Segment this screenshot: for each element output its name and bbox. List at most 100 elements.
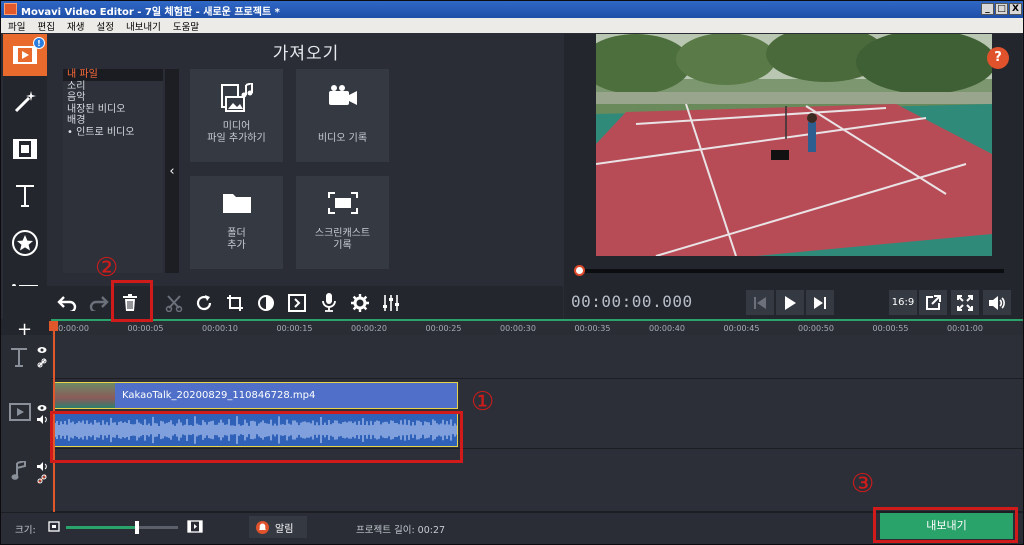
ruler-tick-label: 00:00:35 (574, 324, 611, 333)
source-backgrounds[interactable]: 배경 (63, 115, 163, 127)
title-track[interactable] (51, 335, 1023, 379)
source-my-files[interactable]: 내 파일 (63, 69, 163, 81)
skip-back-icon[interactable] (746, 290, 774, 315)
ruler-tick-label: 00:00:55 (872, 324, 909, 333)
camera-icon (329, 85, 357, 105)
detach-preview-icon[interactable] (919, 290, 947, 315)
help-button[interactable]: ? (987, 47, 1009, 69)
media-files-icon (221, 83, 253, 112)
redo-icon[interactable] (85, 290, 112, 315)
ruler-tick-label: 00:00:10 (202, 324, 238, 333)
source-list: 내 파일 소리 음악 내장된 비디오 배경 • 인트로 비디오 (63, 69, 163, 273)
close-button[interactable]: X (1009, 3, 1022, 15)
eye-icon[interactable] (37, 346, 47, 354)
zoom-out-icon[interactable] (48, 521, 60, 532)
unlink-icon[interactable] (37, 474, 47, 484)
ruler-tick-label: 00:00:05 (127, 324, 164, 333)
cut-icon[interactable] (160, 290, 187, 315)
speaker-icon[interactable] (37, 415, 47, 424)
minimize-button[interactable]: _ (981, 3, 994, 15)
zoom-slider-fill (66, 526, 137, 529)
undo-icon[interactable] (53, 290, 80, 315)
project-length: 프로젝트 길이: 00:27 (356, 525, 446, 536)
ruler-tick-label: 00:00:30 (500, 324, 536, 333)
app-icon (4, 3, 17, 15)
menu-settings[interactable]: 설정 (89, 18, 118, 33)
volume-icon[interactable] (983, 290, 1011, 315)
ruler-tick-label: 00:01:00 (947, 324, 983, 333)
bell-icon (256, 520, 269, 534)
tile-folder-label1: 폴더 (227, 228, 246, 239)
menu-bar: 파일 편집 재생 설정 내보내기 도움말 (1, 18, 1023, 33)
source-intro-video[interactable]: • 인트로 비디오 (63, 127, 163, 139)
ruler-tick-label: 00:00:40 (649, 324, 685, 333)
music-note-icon (11, 461, 26, 480)
annotation-number-3: ③ (851, 469, 875, 499)
annotation-box-audio (50, 411, 463, 463)
equalizer-icon[interactable] (377, 290, 404, 315)
ruler-tick-label: 00:00:15 (276, 324, 313, 333)
clip-name: KakaoTalk_20200829_110846728.mp4 (122, 390, 316, 401)
eye-icon[interactable] (37, 404, 47, 412)
time-ruler[interactable]: 00:00:00 00:00:05 00:00:10 00:00:15 00:00:20… (51, 319, 1023, 335)
color-adjust-icon[interactable] (252, 290, 279, 315)
title-bar: Movavi Video Editor - 7일 체험판 - 새로운 프로젝트 … (1, 1, 1023, 18)
seek-handle[interactable] (574, 265, 585, 276)
crop-icon[interactable] (221, 290, 248, 315)
magic-wand-icon[interactable] (3, 81, 47, 123)
ruler-tick-label: 00:00:50 (798, 324, 834, 333)
titles-icon[interactable] (3, 175, 47, 217)
rotate-icon[interactable] (190, 290, 217, 315)
import-title: 가져오기 (272, 44, 340, 64)
menu-play[interactable]: 재생 (60, 18, 89, 33)
microphone-icon[interactable] (315, 290, 342, 315)
preview-panel (564, 34, 1022, 319)
video-clip[interactable]: KakaoTalk_20200829_110846728.mp4 (54, 382, 458, 409)
skip-forward-icon[interactable] (806, 290, 834, 315)
add-folder-tile[interactable]: 폴더 추가 (190, 176, 283, 269)
play-icon[interactable] (776, 290, 804, 315)
tile-screencast-label1: 스크린캐스트 (314, 228, 371, 239)
menu-export[interactable]: 내보내기 (119, 18, 166, 33)
annotation-number-1: ① (471, 387, 495, 417)
annotation-box-export (873, 507, 1018, 543)
source-sounds[interactable]: 소리 (63, 81, 163, 93)
maximize-button[interactable]: □ (995, 3, 1008, 15)
speaker-icon[interactable] (37, 462, 47, 471)
tile-media-label1: 미디어 (222, 121, 251, 132)
annotation-number-2: ② (95, 253, 119, 283)
tool-rail (3, 34, 47, 319)
collapse-panel-button[interactable]: ‹ (165, 69, 179, 273)
notifications-label: 알림 (275, 523, 294, 535)
app-window: Movavi Video Editor - 7일 체험판 - 새로운 프로젝트 … (0, 0, 1024, 545)
menu-edit[interactable]: 편집 (30, 18, 59, 33)
link-icon[interactable] (37, 358, 47, 368)
screencast-tile[interactable]: 스크린캐스트 기록 (296, 176, 389, 269)
zoom-slider-handle[interactable] (134, 521, 139, 534)
ruler-tick-label: 00:00:45 (723, 324, 760, 333)
notification-badge: ! (33, 37, 45, 49)
source-builtin-video[interactable]: 내장된 비디오 (63, 104, 163, 116)
screencast-icon (328, 192, 358, 214)
stickers-icon[interactable] (3, 222, 47, 264)
add-media-files-tile[interactable]: 미디어 파일 추가하기 (190, 69, 283, 162)
window-title: Movavi Video Editor - 7일 체험판 - 새로운 프로젝트 … (21, 7, 280, 18)
clip-thumbnail (55, 383, 115, 408)
titles-icon (11, 348, 27, 367)
zoom-in-icon[interactable] (187, 520, 203, 533)
menu-help[interactable]: 도움말 (166, 18, 204, 33)
title-track-header (1, 335, 51, 379)
folder-icon (223, 194, 251, 213)
notifications-button[interactable]: 알림 (249, 516, 307, 538)
video-track-icon (9, 403, 31, 421)
transition-icon[interactable] (283, 290, 310, 315)
zoom-label: 크기: (15, 525, 36, 536)
fullscreen-icon[interactable] (951, 290, 979, 315)
seek-bar[interactable] (577, 269, 1004, 273)
gear-icon[interactable] (346, 290, 373, 315)
filters-icon[interactable] (3, 128, 47, 170)
menu-file[interactable]: 파일 (1, 18, 30, 33)
record-video-tile[interactable]: 비디오 기록 (296, 69, 389, 162)
aspect-ratio-button[interactable]: 16:9 (889, 290, 917, 315)
source-music[interactable]: 음악 (63, 92, 163, 104)
